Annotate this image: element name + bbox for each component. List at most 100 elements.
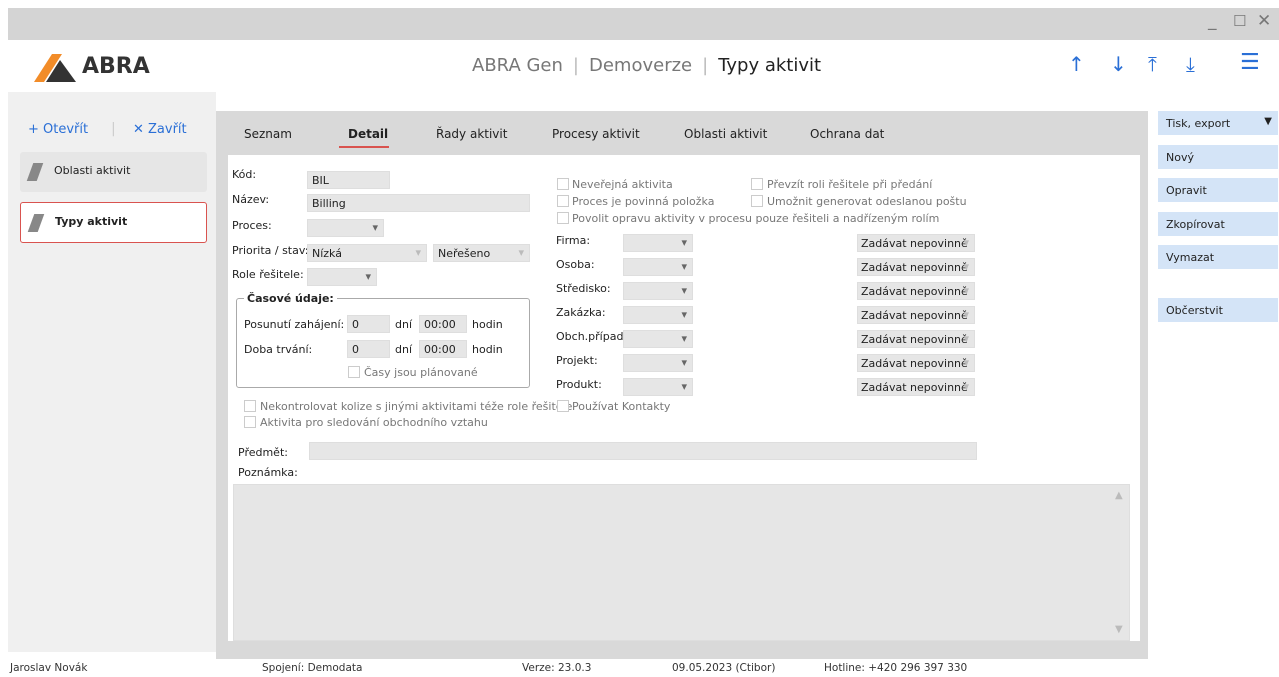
open-button[interactable]: + Otevřít [28,122,88,137]
maximize-button[interactable]: ☐ [1233,12,1246,30]
umoznit-generovat-checkbox[interactable] [751,195,763,207]
projekt-select[interactable] [623,354,693,372]
doba-label: Doba trvání: [244,343,313,356]
minimize-button[interactable]: _ [1208,11,1217,31]
kod-label: Kód: [232,168,257,181]
osoba-mode-select[interactable]: Zadávat nepovinně [857,258,975,276]
tab-ochrana[interactable]: Ochrana dat [810,127,884,141]
role-select[interactable] [307,268,377,286]
close-button[interactable]: ✕ Zavřít [133,122,187,137]
nazev-field[interactable]: Billing [307,194,530,212]
priorita-select[interactable]: Nízká [307,244,427,262]
opravit-button[interactable]: Opravit [1158,178,1278,202]
kod-field[interactable]: BIL [307,171,390,189]
povolit-opravu-label: Povolit opravu aktivity v procesu pouze … [572,212,940,225]
casy-planovane-label: Časy jsou plánované [364,366,478,379]
prevzit-roli-checkbox[interactable] [751,178,763,190]
produkt-select[interactable] [623,378,693,396]
title-bar [8,8,1279,40]
doba-cas-field[interactable]: 00:00 [419,340,467,358]
field-label-obchpripad: Obch.případ: [556,330,628,343]
actions-panel [1148,92,1279,652]
zakazka-mode: Zadávat nepovinně [861,309,968,322]
sledovani-label: Aktivita pro sledování obchodního vztahu [260,416,488,429]
sidebar-item-oblasti[interactable]: Oblasti aktivit [20,152,207,192]
tisk-export-button[interactable]: Tisk, export ▼ [1158,111,1278,135]
page-title: Typy aktivit [718,55,822,76]
projekt-mode: Zadávat nepovinně [861,357,968,370]
hodin-label: hodin [472,318,503,331]
field-label-stredisko: Středisko: [556,282,611,295]
arrow-down-icon[interactable]: ↓ [1110,52,1127,76]
poznamka-textarea[interactable] [233,484,1130,641]
nekontrolovat-checkbox[interactable] [244,400,256,412]
proces-povinna-checkbox[interactable] [557,195,569,207]
firma-mode: Zadávat nepovinně [861,237,968,250]
pouzivat-kontakty-label: Používat Kontakty [572,400,671,413]
logo-text: ABRA [82,54,150,79]
posunuti-dni-field[interactable]: 0 [347,315,390,333]
stredisko-select[interactable] [623,282,693,300]
prevzit-roli-label: Převzít roli řešitele při předání [767,178,933,191]
povolit-opravu-checkbox[interactable] [557,212,569,224]
stredisko-mode: Zadávat nepovinně [861,285,968,298]
obchpripad-select[interactable] [623,330,693,348]
zkopirovat-button[interactable]: Zkopírovat [1158,212,1278,236]
casove-label: Časové údaje: [244,292,337,305]
zakazka-mode-select[interactable]: Zadávat nepovinně [857,306,975,324]
umoznit-generovat-label: Umožnit generovat odeslanou poštu [767,195,967,208]
obcerstvit-button[interactable]: Občerstvit [1158,298,1278,322]
pouzivat-kontakty-checkbox[interactable] [557,400,569,412]
neverejna-checkbox[interactable] [557,178,569,190]
close-window-button[interactable]: ✕ [1257,11,1271,31]
status-version: Verze: 23.0.3 [522,662,592,674]
tab-seznam[interactable]: Seznam [244,127,292,141]
obchpripad-mode: Zadávat nepovinně [861,333,968,346]
novy-button[interactable]: Nový [1158,145,1278,169]
menu-icon[interactable]: ☰ [1240,50,1260,75]
sidebar-item-label: Oblasti aktivit [54,164,131,177]
scroll-down-icon[interactable]: ▼ [1115,624,1123,635]
active-tab-indicator [339,146,389,148]
stredisko-mode-select[interactable]: Zadávat nepovinně [857,282,975,300]
status-date: 09.05.2023 (Ctibor) [672,662,776,674]
produkt-mode: Zadávat nepovinně [861,381,968,394]
field-label-projekt: Projekt: [556,354,598,367]
firma-mode-select[interactable]: Zadávat nepovinně [857,234,975,252]
nekontrolovat-label: Nekontrolovat kolize s jinými aktivitami… [260,400,573,413]
scroll-up-icon[interactable]: ▲ [1115,490,1123,501]
field-label-produkt: Produkt: [556,378,602,391]
priorita-value: Nízká [312,247,342,260]
arrow-up-icon[interactable]: ↑ [1068,52,1085,76]
tab-detail[interactable]: Detail [348,127,388,141]
posunuti-cas-field[interactable]: 00:00 [419,315,467,333]
predmet-field[interactable] [309,442,977,460]
vymazat-button[interactable]: Vymazat [1158,245,1278,269]
sidebar-item-typy[interactable]: Typy aktivit [20,202,207,243]
field-label-firma: Firma: [556,234,591,247]
status-connection: Spojení: Demodata [262,662,363,674]
role-label: Role řešitele: [232,268,304,281]
arrow-first-icon[interactable]: ⤒ [1148,52,1157,76]
firma-select[interactable] [623,234,693,252]
obchpripad-mode-select[interactable]: Zadávat nepovinně [857,330,975,348]
posunuti-label: Posunutí zahájení: [244,318,345,331]
nazev-label: Název: [232,193,270,206]
arrow-last-icon[interactable]: ⤓ [1186,52,1195,76]
osoba-select[interactable] [623,258,693,276]
stav-value: Neřešeno [438,247,491,260]
breadcrumb: ABRA Gen | Demoverze | Typy aktivit [472,55,822,76]
item-icon [26,163,44,181]
tab-oblasti[interactable]: Oblasti aktivit [684,127,767,141]
proces-select[interactable] [307,219,384,237]
tab-procesy[interactable]: Procesy aktivit [552,127,640,141]
doba-dni-field[interactable]: 0 [347,340,390,358]
casy-planovane-checkbox[interactable] [348,366,360,378]
neverejna-label: Neveřejná aktivita [572,178,673,191]
produkt-mode-select[interactable]: Zadávat nepovinně [857,378,975,396]
sledovani-checkbox[interactable] [244,416,256,428]
tab-rady[interactable]: Řady aktivit [436,127,507,141]
projekt-mode-select[interactable]: Zadávat nepovinně [857,354,975,372]
zakazka-select[interactable] [623,306,693,324]
stav-select[interactable]: Neřešeno [433,244,530,262]
